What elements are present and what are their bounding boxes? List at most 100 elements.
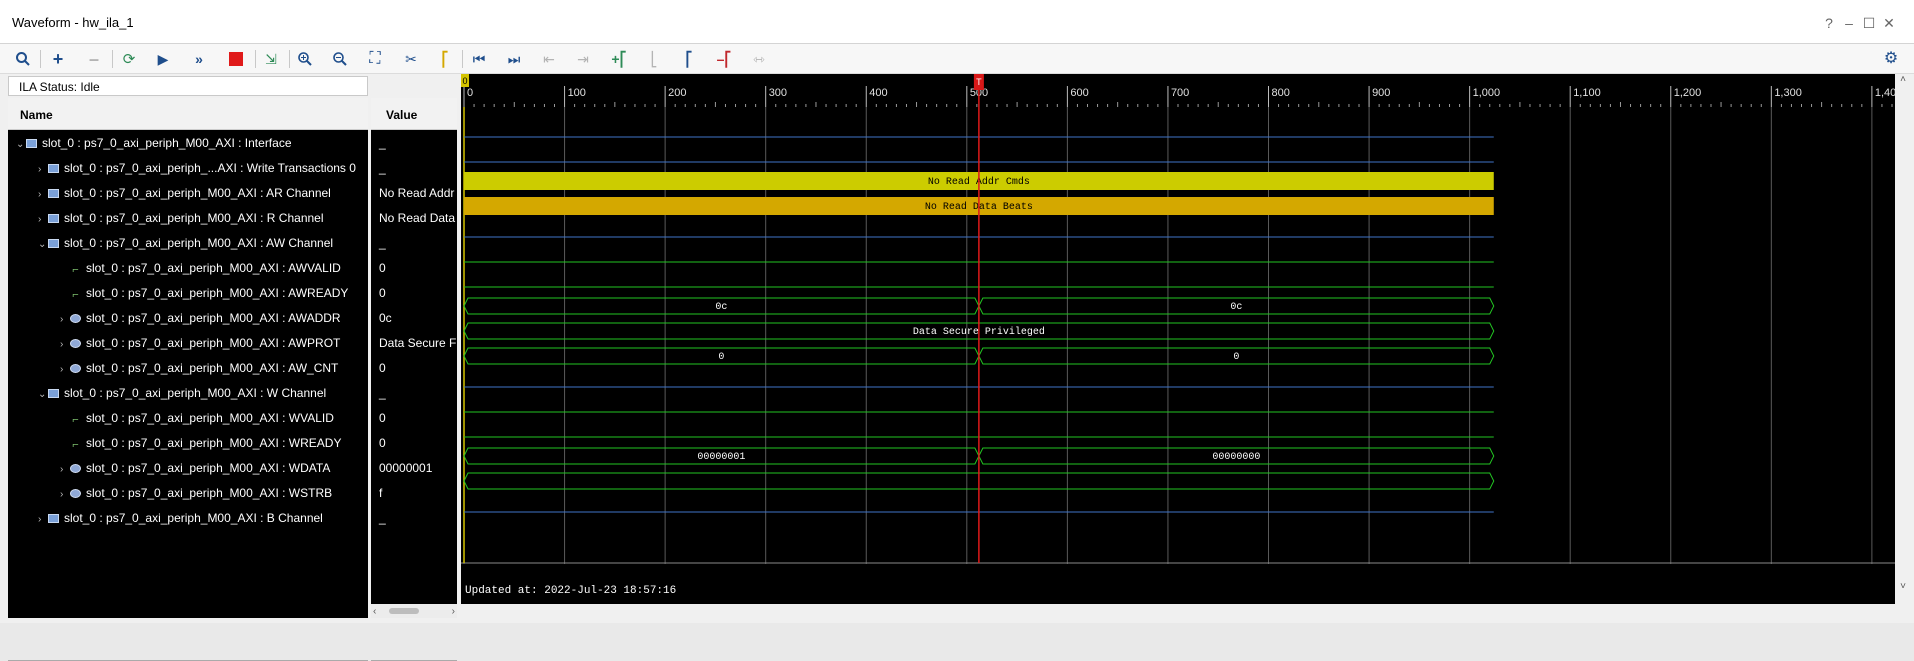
signal-value: 0 bbox=[379, 411, 386, 425]
interface-group-icon bbox=[48, 189, 59, 198]
window-title: Waveform - hw_ila_1 bbox=[12, 15, 134, 30]
rerun-icon[interactable]: ⟳ bbox=[118, 48, 140, 70]
chevron-right-icon[interactable]: › bbox=[60, 357, 70, 381]
settings-icon[interactable]: ⚙ bbox=[1880, 48, 1902, 70]
next-marker-icon[interactable]: ⎡ bbox=[678, 48, 700, 70]
search-icon[interactable] bbox=[12, 48, 34, 70]
add-icon[interactable]: + bbox=[47, 48, 69, 70]
bus-value-label: 00000000 bbox=[1212, 452, 1260, 463]
trigger-marker-label: T bbox=[976, 77, 982, 87]
signal-row[interactable]: ⌐ slot_0 : ps7_0_axi_periph_M00_AXI : AWV… bbox=[8, 256, 368, 281]
interface-group-icon bbox=[48, 514, 59, 523]
signal-row[interactable]: ⌄ slot_0 : ps7_0_axi_periph_M00_AXI : Int… bbox=[8, 131, 368, 156]
signal-value: No Read Data bbox=[379, 211, 456, 225]
signal-row[interactable]: › slot_0 : ps7_0_axi_periph_M00_AXI : WDA… bbox=[8, 456, 368, 481]
ruler-tick-label: 300 bbox=[769, 87, 787, 99]
ruler-tick-label: 1,200 bbox=[1674, 87, 1702, 99]
signal-value: 0 bbox=[379, 436, 386, 450]
interface-group-icon bbox=[26, 139, 37, 148]
waveform-pane[interactable]: 01002003004005006007008009001,0001,1001,… bbox=[461, 74, 1902, 604]
go-first-icon[interactable]: ⏮ bbox=[468, 48, 490, 70]
chevron-down-icon[interactable]: ⌄ bbox=[38, 382, 48, 406]
signal-row[interactable]: › slot_0 : ps7_0_axi_periph_M00_AXI : AR … bbox=[8, 181, 368, 206]
add-cursor-icon[interactable]: +⎡ bbox=[608, 48, 630, 70]
signal-name: slot_0 : ps7_0_axi_periph_M00_AXI : B Ch… bbox=[64, 511, 323, 525]
signal-row[interactable]: ⌄ slot_0 : ps7_0_axi_periph_M00_AXI : AW … bbox=[8, 231, 368, 256]
value-hscrollbar[interactable]: ‹ › bbox=[371, 604, 457, 618]
bus-value-label: 00000001 bbox=[697, 452, 745, 463]
ruler-tick-label: 600 bbox=[1070, 87, 1088, 99]
signal-row[interactable]: › slot_0 : ps7_0_axi_periph_M00_AXI : B C… bbox=[8, 506, 368, 531]
chevron-down-icon[interactable]: ⌄ bbox=[38, 232, 48, 256]
export-icon[interactable]: ⇲ bbox=[260, 48, 282, 70]
zoom-out-icon[interactable] bbox=[329, 48, 351, 70]
ruler-tick-label: 1,100 bbox=[1573, 87, 1601, 99]
ruler-tick-label: 800 bbox=[1272, 87, 1290, 99]
ruler-tick-label: 400 bbox=[869, 87, 887, 99]
signal-row[interactable]: ⌐ slot_0 : ps7_0_axi_periph_M00_AXI : WVA… bbox=[8, 406, 368, 431]
chevron-right-icon[interactable]: › bbox=[38, 157, 48, 181]
help-icon[interactable]: ? bbox=[1822, 15, 1836, 31]
signal-name: slot_0 : ps7_0_axi_periph_M00_AXI : AWPR… bbox=[86, 336, 341, 350]
run-immediate-icon[interactable]: » bbox=[188, 48, 210, 70]
chevron-down-icon[interactable]: ⌄ bbox=[16, 132, 26, 156]
value-column-header[interactable]: Value bbox=[371, 98, 457, 130]
waveform-window: Waveform - hw_ila_1 ? – ☐ ✕ + – ⟳ ▶ » ⇲ … bbox=[0, 0, 1914, 661]
signal-row[interactable]: ⌐ slot_0 : ps7_0_axi_periph_M00_AXI : WRE… bbox=[8, 431, 368, 456]
run-trigger-icon[interactable]: ▶ bbox=[152, 48, 174, 70]
ruler-tick-label: 0 bbox=[467, 87, 473, 99]
signal-value: No Read Addr bbox=[379, 186, 455, 200]
delete-marker-icon[interactable]: –⎡ bbox=[713, 48, 735, 70]
signal-row[interactable]: › slot_0 : ps7_0_axi_periph_M00_AXI : AW_… bbox=[8, 356, 368, 381]
ruler-tick-label: 900 bbox=[1372, 87, 1390, 99]
ruler-tick-label: 1,000 bbox=[1473, 87, 1501, 99]
close-icon[interactable]: ✕ bbox=[1882, 15, 1896, 32]
bus-value-label: 0 bbox=[718, 352, 724, 363]
signal-row[interactable]: › slot_0 : ps7_0_axi_periph_M00_AXI : WST… bbox=[8, 481, 368, 506]
signal-row[interactable]: › slot_0 : ps7_0_axi_periph_M00_AXI : R C… bbox=[8, 206, 368, 231]
next-transition-icon[interactable]: ⇥ bbox=[572, 48, 594, 70]
ruler-tick-label: 700 bbox=[1171, 87, 1189, 99]
signal-value: _ bbox=[379, 136, 386, 150]
signal-name: slot_0 : ps7_0_axi_periph_M00_AXI : WREA… bbox=[86, 436, 342, 450]
chevron-right-icon[interactable]: › bbox=[60, 457, 70, 481]
zoom-in-icon[interactable] bbox=[294, 48, 316, 70]
chevron-right-icon[interactable]: › bbox=[38, 207, 48, 231]
go-last-icon[interactable]: ⏭ bbox=[503, 48, 525, 70]
signal-value: f bbox=[379, 486, 383, 500]
waveform-vscrollbar[interactable]: ˄ ˅ bbox=[1896, 74, 1910, 604]
snap-icon[interactable]: ✂ bbox=[400, 48, 422, 70]
stop-icon[interactable] bbox=[225, 48, 247, 70]
prev-marker-icon[interactable]: ⎣ bbox=[643, 48, 665, 70]
prev-transition-icon[interactable]: ⇤ bbox=[538, 48, 560, 70]
signal-name: slot_0 : ps7_0_axi_periph_M00_AXI : WSTR… bbox=[86, 486, 333, 500]
minimize-icon[interactable]: – bbox=[1842, 15, 1856, 31]
chevron-right-icon[interactable]: › bbox=[60, 332, 70, 356]
signal-row[interactable]: › slot_0 : ps7_0_axi_periph_M00_AXI : AWP… bbox=[8, 331, 368, 356]
maximize-icon[interactable]: ☐ bbox=[1862, 15, 1876, 32]
chevron-right-icon[interactable]: › bbox=[38, 182, 48, 206]
interface-group-icon bbox=[48, 164, 59, 173]
remove-icon[interactable]: – bbox=[83, 48, 105, 70]
bus-icon bbox=[70, 489, 81, 498]
swap-icon[interactable]: ⇿ bbox=[748, 48, 770, 70]
signal-value: 0 bbox=[379, 261, 386, 275]
chevron-right-icon[interactable]: › bbox=[38, 507, 48, 531]
signal-name: slot_0 : ps7_0_axi_periph_M00_AXI : AW C… bbox=[64, 236, 334, 250]
add-marker-icon[interactable]: ⎡ bbox=[434, 48, 456, 70]
zoom-fit-icon[interactable]: ⛶ bbox=[364, 48, 386, 70]
chevron-right-icon[interactable]: › bbox=[60, 482, 70, 506]
signal-name: slot_0 : ps7_0_axi_periph_M00_AXI : AWAD… bbox=[86, 311, 341, 325]
chevron-right-icon[interactable]: › bbox=[60, 307, 70, 331]
signal-row[interactable]: ⌄ slot_0 : ps7_0_axi_periph_M00_AXI : W C… bbox=[8, 381, 368, 406]
ruler-tick-label: 100 bbox=[568, 87, 586, 99]
name-column-header[interactable]: Name bbox=[8, 98, 368, 130]
signal-row[interactable]: › slot_0 : ps7_0_axi_periph_...AXI : Writ… bbox=[8, 156, 368, 181]
signal-row[interactable]: › slot_0 : ps7_0_axi_periph_M00_AXI : AWA… bbox=[8, 306, 368, 331]
waveform-canvas[interactable]: 01002003004005006007008009001,0001,1001,… bbox=[461, 74, 1902, 604]
signal-name: slot_0 : ps7_0_axi_periph_M00_AXI : WDAT… bbox=[86, 461, 331, 475]
name-pane: Name ⌄ slot_0 : ps7_0_axi_periph_M00_AXI … bbox=[8, 98, 368, 661]
signal-name: slot_0 : ps7_0_axi_periph_...AXI : Write… bbox=[64, 161, 356, 175]
signal-name: slot_0 : ps7_0_axi_periph_M00_AXI : R Ch… bbox=[64, 211, 324, 225]
signal-row[interactable]: ⌐ slot_0 : ps7_0_axi_periph_M00_AXI : AWR… bbox=[8, 281, 368, 306]
